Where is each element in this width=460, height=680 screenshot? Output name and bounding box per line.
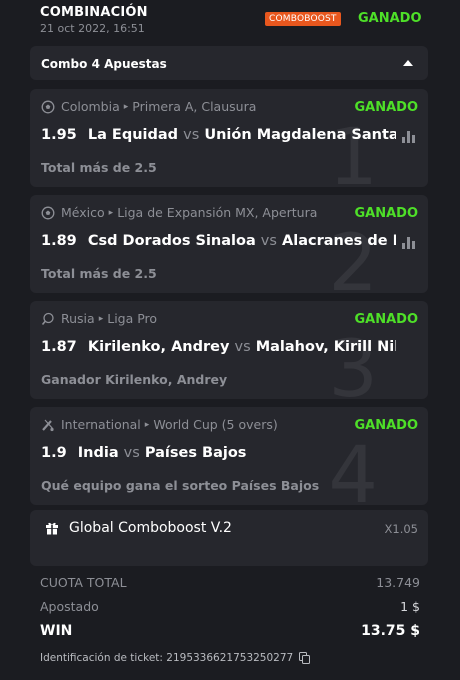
league-info[interactable]: Colombia ▸ Primera A, Clausura: [41, 99, 341, 114]
chevron-up-icon: [403, 60, 413, 66]
staked-value: 1 $: [400, 599, 420, 614]
bet-odd: 1.87: [41, 339, 77, 355]
match-line[interactable]: 1.87 Kirilenko, Andrey vs Malahov, Kiril…: [41, 339, 396, 355]
ticket-id: 2195336621753250277: [166, 652, 294, 664]
soccer-ball-icon: [41, 206, 55, 219]
ticket-id-row: Identificación de ticket: 21953366217532…: [40, 652, 311, 664]
bet-odd: 1.89: [41, 233, 77, 249]
stats-icon[interactable]: [402, 237, 416, 249]
country-label: México: [61, 205, 105, 220]
home-team: India: [77, 445, 119, 461]
league-info[interactable]: Rusia ▸ Liga Pro: [41, 311, 341, 326]
bet-datetime: 21 oct 2022, 16:51: [40, 22, 145, 35]
home-team: La Equidad: [87, 127, 179, 143]
match-line[interactable]: 1.95 La Equidad vs Unión Magdalena Santa: [41, 127, 396, 143]
bet-status: GANADO: [348, 100, 418, 115]
bet-status: GANADO: [348, 312, 418, 327]
bet-type-title: COMBINACIÓN: [40, 5, 148, 20]
win-value: 13.75 $: [361, 623, 420, 639]
away-team: Alacranes de Du: [282, 233, 396, 249]
soccer-ball-icon: [41, 100, 55, 113]
copy-icon[interactable]: [299, 652, 311, 664]
total-odds-label: CUOTA TOTAL: [40, 575, 127, 590]
league-label: Liga Pro: [107, 311, 158, 326]
bet-status: GANADO: [348, 418, 418, 433]
win-label: WIN: [40, 623, 73, 639]
bet-status: GANADO: [358, 11, 422, 26]
country-label: Colombia: [61, 99, 120, 114]
bet-selection: Qué equipo gana el sorteo Países Bajos: [41, 478, 320, 493]
bet-header: COMBINACIÓN 21 oct 2022, 16:51 COMBOBOOS…: [0, 0, 460, 44]
bet-card: 1 Colombia ▸ Primera A, Clausura GANADO …: [30, 89, 428, 187]
home-team: Csd Dorados Sinaloa: [87, 233, 256, 249]
total-odds-value: 13.749: [376, 575, 420, 590]
league-label: World Cup (5 overs): [153, 417, 278, 432]
bet-odd: 1.9: [41, 445, 67, 461]
chevron-right-icon: ▸: [144, 419, 150, 430]
bet-selection: Ganador Kirilenko, Andrey: [41, 372, 228, 387]
vs-label: vs: [260, 233, 277, 249]
combo-toggle[interactable]: Combo 4 Apuestas: [30, 46, 428, 80]
league-label: Primera A, Clausura: [132, 99, 257, 114]
comboboost-card: Global Comboboost V.2 X1.05: [30, 510, 428, 566]
chevron-right-icon: ▸: [98, 313, 104, 324]
vs-label: vs: [123, 445, 140, 461]
staked-label: Apostado: [40, 599, 99, 614]
league-label: Liga de Expansión MX, Apertura: [117, 205, 318, 220]
bet-status: GANADO: [348, 206, 418, 221]
bet-selection: Total más de 2.5: [41, 266, 157, 281]
match-line[interactable]: 1.9 India vs Países Bajos: [41, 445, 396, 461]
comboboost-name: Global Comboboost V.2: [69, 520, 232, 536]
away-team: Países Bajos: [144, 445, 247, 461]
combo-label: Combo 4 Apuestas: [41, 57, 167, 71]
away-team: Unión Magdalena Santa: [204, 127, 396, 143]
home-team: Kirilenko, Andrey: [87, 339, 230, 355]
stats-icon[interactable]: [402, 131, 416, 143]
table-tennis-icon: [41, 312, 54, 325]
bet-selection: Total más de 2.5: [41, 160, 157, 175]
ticket-label: Identificación de ticket:: [40, 652, 163, 664]
bet-card: 3 Rusia ▸ Liga Pro GANADO 1.87 Kirilenko…: [30, 301, 428, 399]
league-info[interactable]: International ▸ World Cup (5 overs): [41, 417, 341, 432]
country-label: International: [61, 417, 141, 432]
match-line[interactable]: 1.89 Csd Dorados Sinaloa vs Alacranes de…: [41, 233, 396, 249]
bet-odd: 1.95: [41, 127, 77, 143]
country-label: Rusia: [61, 311, 95, 326]
vs-label: vs: [183, 127, 200, 143]
comboboost-multiplier: X1.05: [384, 522, 418, 536]
bet-card: 4 International ▸ World Cup (5 overs) GA…: [30, 407, 428, 505]
gift-icon: [46, 522, 58, 535]
bet-card: 2 México ▸ Liga de Expansión MX, Apertur…: [30, 195, 428, 293]
chevron-right-icon: ▸: [123, 101, 129, 112]
away-team: Malahov, Kirill Nikolaev: [255, 339, 396, 355]
cricket-icon: [42, 419, 54, 431]
vs-label: vs: [234, 339, 251, 355]
league-info[interactable]: México ▸ Liga de Expansión MX, Apertura: [41, 205, 341, 220]
chevron-right-icon: ▸: [108, 207, 114, 218]
comboboost-badge: COMBOBOOST: [265, 12, 341, 26]
